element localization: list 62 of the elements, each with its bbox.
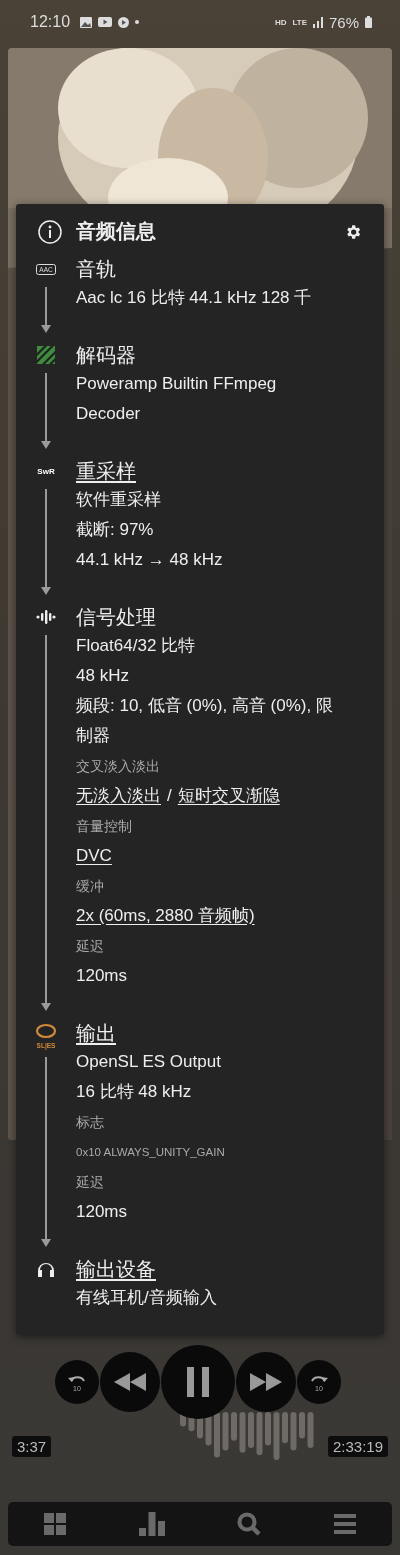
- field-label: 延迟: [76, 937, 105, 956]
- pause-icon: [187, 1367, 209, 1397]
- network-label: LTE: [292, 17, 307, 27]
- menu-icon: [333, 1514, 356, 1534]
- network-label: HD: [274, 17, 287, 27]
- info-text: 44.1 kHz → 48 kHz: [76, 549, 224, 571]
- section-title: 音轨: [76, 257, 116, 282]
- info-text: 截断: 97%: [76, 519, 155, 541]
- bar-chart-icon: [138, 1512, 165, 1536]
- info-text: 软件重采样: [76, 489, 162, 511]
- field-label: 音量控制: [76, 817, 133, 836]
- rewind-icon: [114, 1373, 146, 1391]
- elapsed-time: 3:37: [12, 1436, 52, 1457]
- section-title: 解码器: [76, 343, 136, 368]
- dialog-title: 音频信息: [76, 219, 157, 244]
- search-icon: [237, 1512, 262, 1536]
- section-title[interactable]: 输出: [76, 1019, 116, 1047]
- equalizer-button[interactable]: [138, 1512, 165, 1536]
- field-label: 标志: [76, 1113, 105, 1132]
- separator: /: [167, 785, 172, 807]
- fast-forward-button[interactable]: [236, 1352, 296, 1412]
- battery-icon: [365, 16, 372, 28]
- stripes-icon: [37, 346, 55, 364]
- info-text: 16 比特 48 kHz: [76, 1081, 193, 1103]
- fast-forward-icon: [250, 1373, 282, 1391]
- video-icon: [98, 17, 113, 27]
- rewind-button[interactable]: [100, 1352, 160, 1412]
- info-text: 48 kHz: [76, 665, 130, 687]
- info-text: 有线耳机/音频输入: [76, 1287, 218, 1309]
- clock: 12:10: [30, 13, 71, 31]
- info-text: Poweramp Builtin FFmpeg Decoder: [76, 373, 278, 425]
- setting-link[interactable]: 短时交叉渐隐: [177, 781, 280, 811]
- menu-button[interactable]: [333, 1514, 356, 1534]
- info-text: 120ms: [76, 965, 129, 987]
- info-text: Float64/32 比特: [76, 635, 197, 657]
- swr-icon: SwR: [37, 466, 55, 476]
- image-icon: [80, 16, 93, 28]
- section-title: 信号处理: [76, 605, 156, 630]
- grid-icon: [44, 1513, 67, 1535]
- setting-link[interactable]: DVC: [76, 846, 112, 865]
- section-title[interactable]: 重采样: [76, 457, 136, 485]
- field-label: 延迟: [76, 1173, 105, 1192]
- dot-icon: [135, 20, 140, 24]
- grid-button[interactable]: [44, 1513, 67, 1535]
- info-icon: [38, 219, 62, 244]
- battery-percent: 76%: [328, 13, 359, 31]
- waveform-icon: [36, 610, 56, 624]
- play-icon: [118, 16, 130, 28]
- flow-arrow: [41, 287, 51, 333]
- signal-icon: [312, 16, 323, 28]
- info-text: 120ms: [76, 1201, 129, 1223]
- info-text: OpenSL ES Output: [76, 1051, 222, 1073]
- field-label: 交叉淡入淡出: [76, 757, 161, 776]
- setting-link[interactable]: 无淡入淡出: [76, 781, 161, 811]
- remaining-time: 2:33:19: [327, 1436, 388, 1457]
- info-text: Aac lc 16 比特 44.1 kHz 128 千: [76, 287, 313, 309]
- field-label: 缓冲: [76, 877, 105, 896]
- section-title[interactable]: 输出设备: [76, 1255, 156, 1283]
- setting-link[interactable]: 2x (60ms, 2880 音频帧): [76, 906, 255, 925]
- search-button[interactable]: [237, 1512, 262, 1536]
- flags-text: 0x10 ALWAYS_UNITY_GAIN: [76, 1145, 226, 1160]
- info-text: 频段: 10, 低音 (0%), 高音 (0%), 限制器: [76, 695, 334, 747]
